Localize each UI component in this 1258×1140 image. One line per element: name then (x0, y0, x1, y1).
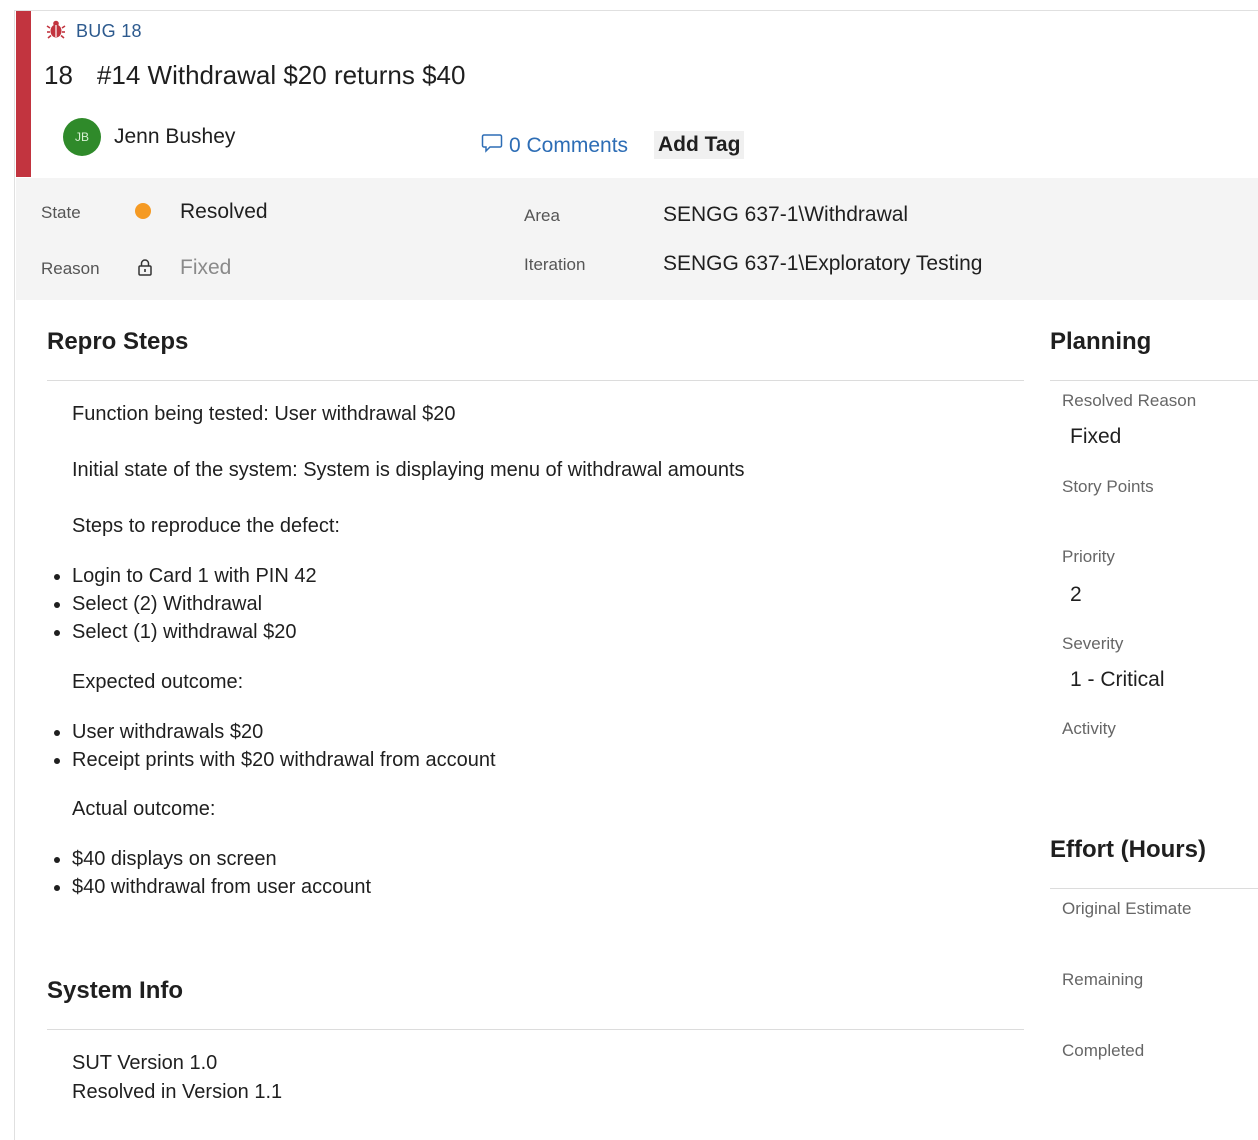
initial-state-line: Initial state of the system: System is d… (72, 459, 745, 481)
work-item-title-row: 18 #14 Withdrawal $20 returns $40 (44, 60, 465, 91)
repro-steps-heading: Repro Steps (47, 328, 189, 355)
area-value[interactable]: SENGG 637-1\Withdrawal (663, 203, 908, 227)
comments-count-label: 0 Comments (509, 134, 629, 157)
actual-list: $40 displays on screen $40 withdrawal fr… (9, 845, 1012, 901)
list-item: $40 withdrawal from user account (72, 873, 1012, 901)
priority-label: Priority (1062, 547, 1115, 566)
lock-icon (137, 258, 153, 281)
repro-steps-divider (47, 380, 1024, 381)
work-item-title[interactable]: #14 Withdrawal $20 returns $40 (97, 60, 466, 91)
work-item-type-label: BUG 18 (76, 21, 142, 41)
activity-label: Activity (1062, 719, 1116, 738)
resolved-reason-label: Resolved Reason (1062, 391, 1197, 410)
planning-divider (1050, 380, 1258, 381)
state-value[interactable]: Resolved (180, 200, 268, 224)
system-info-editor[interactable]: SUT Version 1.0 Resolved in Version 1.1 (72, 1049, 282, 1107)
assignee-picker[interactable]: JB Jenn Bushey (63, 118, 235, 156)
work-item-type-color-bar (16, 11, 31, 177)
expected-heading: Expected outcome: (72, 671, 244, 693)
state-indicator-dot (135, 203, 151, 219)
resolved-reason-value[interactable]: Fixed (1070, 425, 1121, 449)
area-label: Area (524, 206, 560, 225)
original-estimate-field[interactable] (1062, 927, 1252, 957)
priority-value[interactable]: 2 (1070, 583, 1082, 607)
function-line: Function being tested: User withdrawal $… (72, 403, 456, 425)
effort-heading: Effort (Hours) (1050, 836, 1206, 863)
activity-field[interactable] (1062, 747, 1252, 777)
iteration-label: Iteration (524, 255, 586, 274)
expected-list: User withdrawals $20 Receipt prints with… (9, 718, 1012, 774)
iteration-value[interactable]: SENGG 637-1\Exploratory Testing (663, 252, 982, 276)
list-item: Login to Card 1 with PIN 42 (72, 562, 1012, 590)
list-item: Receipt prints with $20 withdrawal from … (72, 746, 1012, 774)
fields-panel (16, 178, 1258, 300)
assignee-name: Jenn Bushey (114, 125, 236, 148)
severity-value[interactable]: 1 - Critical (1070, 668, 1165, 692)
state-label-text: State (41, 203, 81, 222)
planning-heading: Planning (1050, 328, 1152, 355)
severity-label: Severity (1062, 634, 1124, 653)
system-info-line: Resolved in Version 1.1 (72, 1081, 283, 1103)
completed-label: Completed (1062, 1041, 1145, 1060)
list-item: User withdrawals $20 (72, 718, 1012, 746)
list-item: $40 displays on screen (72, 845, 1012, 873)
repro-steps-editor[interactable]: Function being tested: User withdrawal $… (72, 400, 1012, 901)
system-info-divider (47, 1029, 1024, 1030)
story-points-label: Story Points (1062, 477, 1154, 496)
original-estimate-label: Original Estimate (1062, 899, 1192, 918)
comment-icon (481, 133, 503, 159)
bug-icon (46, 19, 66, 44)
add-tag-button[interactable]: Add Tag (654, 131, 745, 159)
avatar: JB (63, 118, 101, 156)
system-info-heading: System Info (47, 977, 184, 1004)
system-info-line: SUT Version 1.0 (72, 1052, 218, 1074)
comments-link[interactable]: 0 Comments (481, 133, 628, 159)
list-item: Select (2) Withdrawal (72, 590, 1012, 618)
work-item-type: BUG 18 (46, 19, 142, 44)
reason-label: Reason (41, 259, 100, 278)
steps-list: Login to Card 1 with PIN 42 Select (2) W… (9, 562, 1012, 646)
completed-field[interactable] (1062, 1069, 1252, 1099)
effort-divider (1050, 888, 1258, 889)
remaining-field[interactable] (1062, 998, 1252, 1028)
work-item-id: 18 (44, 60, 73, 90)
story-points-field[interactable] (1062, 505, 1252, 535)
actual-heading: Actual outcome: (72, 798, 216, 820)
remaining-label: Remaining (1062, 970, 1144, 989)
steps-heading: Steps to reproduce the defect: (72, 515, 340, 537)
list-item: Select (1) withdrawal $20 (72, 618, 1012, 646)
state-label: State (41, 203, 81, 223)
reason-value: Fixed (180, 256, 232, 279)
